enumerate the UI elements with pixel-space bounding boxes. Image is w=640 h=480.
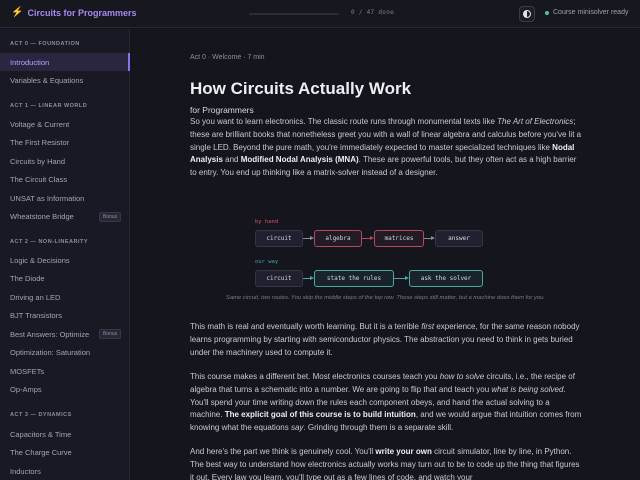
sidebar-item-label: Optimization: Saturation [10,348,91,357]
sidebar-item-label: The Diode [10,274,45,283]
section-title-act-2: ACT 2 — NON-LINEARITY [10,239,89,245]
sidebar-item-label: BJT Transistors [10,311,62,320]
sidebar-item-capacitors-time[interactable]: Capacitors & Time [0,425,130,443]
sidebar-item-label: Variables & Equations [10,75,84,85]
sidebar-item-label: Capacitors & Time [10,429,72,439]
sidebar-item-variables-equations[interactable]: Variables & Equations [0,71,130,89]
sidebar-item-the-diode[interactable]: The Diode [0,270,130,288]
paragraph-intro: So you want to learn electronics. The cl… [190,117,582,178]
diagram-box: ask the solver [409,270,483,287]
sidebar-item-label: The Circuit Class [10,175,68,184]
sidebar-item-label: Op-Amps [10,385,42,394]
section-title-act-1: ACT 1 — LINEAR WORLD [10,103,88,109]
sidebar-item-label: Logic & Decisions [10,255,70,265]
sidebar-item-best-answers-optimize[interactable]: Best Answers: Optimize Bonus [0,325,130,343]
sidebar-item-label: Circuits by Hand [10,156,66,166]
sidebar: ACT 0 — FOUNDATION Introduction Variable… [0,29,130,480]
sidebar-item-label: The Charge Curve [10,448,72,457]
sidebar-item-label: Voltage & Current [10,119,70,129]
page-subtitle: for Programmers [190,105,254,115]
paragraph-simulator: And here's the part we think is genuinel… [190,447,580,480]
sidebar-item-label: The First Resistor [10,138,70,147]
sidebar-item-label: MOSFETs [10,366,45,376]
sidebar-item-label: UNSAT as Information [10,193,85,203]
row-label-our-way: our way [255,259,279,265]
sidebar-item-introduction[interactable]: Introduction [0,53,130,71]
sidebar-item-optimization-saturation[interactable]: Optimization: Saturation [0,344,130,362]
top-bar: ⚡ Circuits for Programmers 0 / 47 done C… [0,0,640,28]
sidebar-item-inductors[interactable]: Inductors [0,462,130,480]
sidebar-item-label: Driving an LED [10,292,61,302]
diagram-caption: Same circuit, two routes. You skip the m… [226,295,545,301]
sidebar-item-label: Best Answers: Optimize [10,329,90,339]
paragraph-math: This math is real and eventually worth l… [190,322,580,357]
sidebar-item-driving-led[interactable]: Driving an LED [0,288,130,306]
sidebar-item-mosfets[interactable]: MOSFETs [0,362,130,380]
sidebar-item-label: Inductors [10,466,41,476]
lightning-icon: ⚡ [11,7,24,18]
section-title-act-3: ACT 3 — DYNAMICS [10,412,72,418]
brand-label: Circuits for Programmers [27,7,137,18]
section-title-act-0: ACT 0 — FOUNDATION [10,41,80,47]
sidebar-item-circuits-by-hand[interactable]: Circuits by Hand [0,152,130,170]
diagram-box: circuit [255,270,303,287]
sidebar-item-first-resistor[interactable]: The First Resistor [0,134,130,152]
sidebar-item-bjt-transistors[interactable]: BJT Transistors [0,307,130,325]
paragraph-bet: This course makes a different bet. Most … [190,372,582,433]
sidebar-item-circuit-class[interactable]: The Circuit Class [0,171,130,189]
status-text: Course minisolver ready [553,9,629,16]
bonus-badge: Bonus [99,329,122,339]
row-label-by-hand: by hand [255,219,279,225]
diagram-box: answer [435,230,483,247]
sidebar-item-label: Wheatstone Bridge [10,212,74,221]
diagram-box: matrices [374,230,424,247]
progress-text: 0 / 47 done [351,9,395,16]
sidebar-item-voltage-current[interactable]: Voltage & Current [0,115,130,133]
sidebar-item-logic-decisions[interactable]: Logic & Decisions [0,251,130,269]
diagram-box: state the rules [314,270,394,287]
brand[interactable]: ⚡ Circuits for Programmers [11,7,137,18]
diagram-box: circuit [255,230,303,247]
breadcrumb: Act 0 · Welcome · 7 min [190,54,265,61]
sidebar-item-op-amps[interactable]: Op-Amps [0,381,130,399]
sidebar-item-unsat-information[interactable]: UNSAT as Information [0,189,130,207]
theme-toggle-button[interactable] [519,6,535,22]
contrast-icon [523,10,531,18]
page-title: How Circuits Actually Work [190,79,412,98]
solver-status: Course minisolver ready [545,9,628,16]
sidebar-item-label: Introduction [10,57,50,67]
main-content: Act 0 · Welcome · 7 min How Circuits Act… [131,29,640,480]
status-dot-icon [545,10,549,15]
sidebar-item-charge-curve[interactable]: The Charge Curve [0,444,130,462]
bonus-badge: Bonus [99,211,122,222]
progress-bar [249,13,339,15]
diagram-box: algebra [314,230,362,247]
sidebar-item-wheatstone-bridge[interactable]: Wheatstone Bridge Bonus [0,208,130,226]
